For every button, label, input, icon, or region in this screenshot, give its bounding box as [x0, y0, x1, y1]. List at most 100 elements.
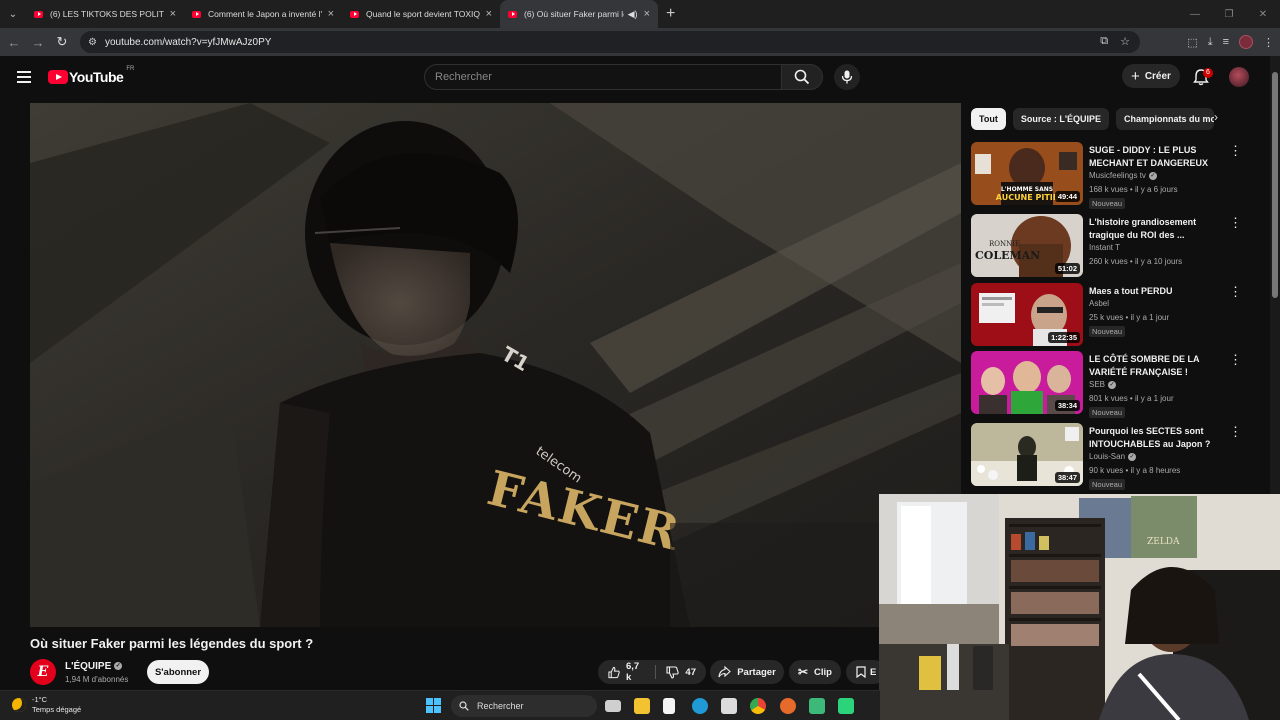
recommendation-channel-row[interactable]: SEB ✓ [1089, 380, 1117, 389]
save-label: E [870, 666, 877, 678]
account-avatar[interactable] [1229, 67, 1249, 87]
more-options-icon[interactable]: ⋮ [1229, 425, 1242, 438]
url-text[interactable]: youtube.com/watch?v=yfJMwAJz0PY [105, 37, 271, 48]
recommendation-channel[interactable]: Instant T [1089, 243, 1120, 252]
forward-arrow-icon[interactable]: → [26, 35, 50, 50]
recommendation-title[interactable]: SUGE - DIDDY : LE PLUS MECHANT ET DANGER… [1089, 144, 1229, 170]
browser-tab-4-active[interactable]: (6) Où situer Faker parmi les légendes ◀… [500, 0, 658, 28]
recommendation-title[interactable]: L'histoire grandiosement tragique du ROI… [1089, 216, 1229, 242]
like-dislike-group: 6,7 k 47 [598, 660, 706, 684]
minimize-icon[interactable]: — [1178, 9, 1212, 20]
chip-source[interactable]: Source : L'ÉQUIPE [1012, 108, 1109, 130]
maximize-icon[interactable]: ❐ [1212, 9, 1246, 20]
chip-all[interactable]: Tout [971, 108, 1006, 130]
like-button[interactable]: 6,7 k [598, 660, 655, 684]
recommendation-item[interactable]: RONNIE COLEMAN 51:02 L'histoire grandios… [971, 214, 1261, 278]
close-tab-icon[interactable]: × [486, 8, 492, 20]
chip-championships[interactable]: Championnats du monde [1115, 108, 1214, 130]
edge-browser-icon[interactable] [692, 698, 708, 714]
more-options-icon[interactable]: ⋮ [1229, 216, 1242, 229]
youtube-logo[interactable]: YouTube FR [48, 66, 134, 85]
subscriber-count: 1,94 M d'abonnés [65, 675, 129, 684]
chevron-right-icon[interactable]: › [1214, 110, 1218, 124]
search-input[interactable] [435, 71, 781, 83]
scrollbar-thumb[interactable] [1272, 72, 1278, 298]
task-view-icon[interactable] [605, 700, 621, 712]
recommendation-channel[interactable]: Musicfeelings tv [1089, 171, 1146, 180]
microphone-icon [841, 70, 853, 84]
app-icon[interactable] [809, 698, 825, 714]
video-thumbnail[interactable]: 38:34 [971, 351, 1083, 414]
recommendation-title[interactable]: Maes a tout PERDU [1089, 285, 1229, 298]
recommendation-channel-row[interactable]: Louis-San ✓ [1089, 452, 1137, 461]
recommendation-item[interactable]: L'HOMME SANS AUCUNE PITIÉ 49:44 SUGE - D… [971, 142, 1261, 209]
video-player[interactable]: T1 telecom FAKER [30, 103, 961, 627]
recommendation-item[interactable]: 38:34 LE CÔTÉ SOMBRE DE LA VARIÉTÉ FRANÇ… [971, 351, 1261, 418]
weather-widget[interactable]: -1°C Temps dégagé [12, 695, 81, 715]
notepad-icon[interactable] [663, 698, 675, 714]
close-tab-icon[interactable]: × [328, 8, 334, 20]
reload-icon[interactable]: ↻ [50, 34, 74, 50]
verified-check-icon: ✓ [1128, 452, 1137, 461]
recommendation-channel-row[interactable]: Musicfeelings tv ✓ [1089, 171, 1157, 180]
video-thumbnail[interactable]: 38:47 [971, 423, 1083, 486]
dislike-button[interactable]: 47 [656, 660, 706, 684]
media-control-icon[interactable]: ≡ [1223, 36, 1229, 48]
back-arrow-icon[interactable]: ← [2, 35, 26, 50]
video-thumbnail[interactable]: 1:22:35 [971, 283, 1083, 346]
profile-avatar-icon[interactable] [1239, 35, 1253, 49]
clip-button[interactable]: ✂ Clip [789, 660, 841, 684]
recommendation-item[interactable]: 38:47 Pourquoi les SECTES sont INTOUCHAB… [971, 423, 1261, 490]
install-app-icon[interactable]: ⧉ [1100, 35, 1108, 48]
channel-name-row[interactable]: L'ÉQUIPE ✓ [65, 661, 123, 672]
hamburger-menu-icon[interactable] [17, 71, 31, 86]
recommendation-channel[interactable]: Louis-San [1089, 452, 1125, 461]
tab-search-button[interactable]: ⌄ [0, 0, 26, 28]
taskbar-search[interactable]: Rechercher [451, 695, 597, 717]
search-icon [459, 701, 469, 711]
windows-start-icon[interactable] [426, 698, 441, 713]
streaming-app-icon[interactable] [838, 698, 854, 714]
recommendation-title[interactable]: Pourquoi les SECTES sont INTOUCHABLES au… [1089, 425, 1229, 451]
speaker-icon[interactable]: ◀) [628, 9, 638, 20]
close-window-icon[interactable]: ✕ [1246, 9, 1280, 20]
create-button[interactable]: + Créer [1122, 64, 1180, 88]
subscribe-button[interactable]: S'abonner [147, 660, 209, 684]
recommendation-title[interactable]: LE CÔTÉ SOMBRE DE LA VARIÉTÉ FRANÇAISE ! [1089, 353, 1229, 379]
address-bar[interactable]: ⚙ youtube.com/watch?v=yfJMwAJz0PY ⧉ ☆ [80, 31, 1140, 53]
browser-tab-1[interactable]: (6) LES TIKTOKS DES POLITIQUES × [26, 0, 184, 28]
more-options-icon[interactable]: ⋮ [1229, 285, 1242, 298]
site-info-icon[interactable]: ⚙ [88, 37, 97, 48]
search-button[interactable] [781, 64, 823, 90]
new-tab-button[interactable]: + [666, 5, 675, 23]
chrome-icon[interactable] [750, 698, 766, 714]
channel-name[interactable]: L'ÉQUIPE [65, 661, 111, 672]
channel-avatar[interactable]: E [30, 659, 56, 685]
moon-icon [12, 698, 26, 712]
file-explorer-icon[interactable] [634, 698, 650, 714]
svg-text:RONNIE: RONNIE [989, 240, 1020, 248]
search-box[interactable] [424, 64, 782, 90]
bookmark-star-icon[interactable]: ☆ [1120, 35, 1130, 48]
video-thumbnail[interactable]: RONNIE COLEMAN 51:02 [971, 214, 1083, 277]
firefox-icon[interactable] [780, 698, 796, 714]
video-thumbnail[interactable]: L'HOMME SANS AUCUNE PITIÉ 49:44 [971, 142, 1083, 205]
voice-search-button[interactable] [834, 64, 860, 90]
browser-tab-3[interactable]: Quand le sport devient TOXIQUE × [342, 0, 500, 28]
new-badge: Nouveau [1089, 198, 1126, 209]
extensions-icon[interactable]: ⬚ [1187, 36, 1197, 49]
browser-tab-2[interactable]: Comment le Japon a inventé l'amour × [184, 0, 342, 28]
download-icon[interactable]: ⤓ [1208, 36, 1213, 49]
recommendation-item[interactable]: 1:22:35 Maes a tout PERDU Asbel 25 k vue… [971, 283, 1261, 347]
recommendation-channel[interactable]: SEB [1089, 380, 1105, 389]
store-icon[interactable] [721, 698, 737, 714]
close-tab-icon[interactable]: × [170, 8, 176, 20]
share-button[interactable]: Partager [710, 660, 784, 684]
more-options-icon[interactable]: ⋮ [1229, 353, 1242, 366]
menu-dots-icon[interactable]: ⋮ [1263, 36, 1274, 49]
recommendation-channel[interactable]: Asbel [1089, 299, 1109, 308]
close-tab-icon[interactable]: × [644, 8, 650, 20]
omnibox-actions: ⧉ ☆ [1100, 35, 1130, 48]
dislike-count: 47 [685, 666, 696, 678]
more-options-icon[interactable]: ⋮ [1229, 144, 1242, 157]
